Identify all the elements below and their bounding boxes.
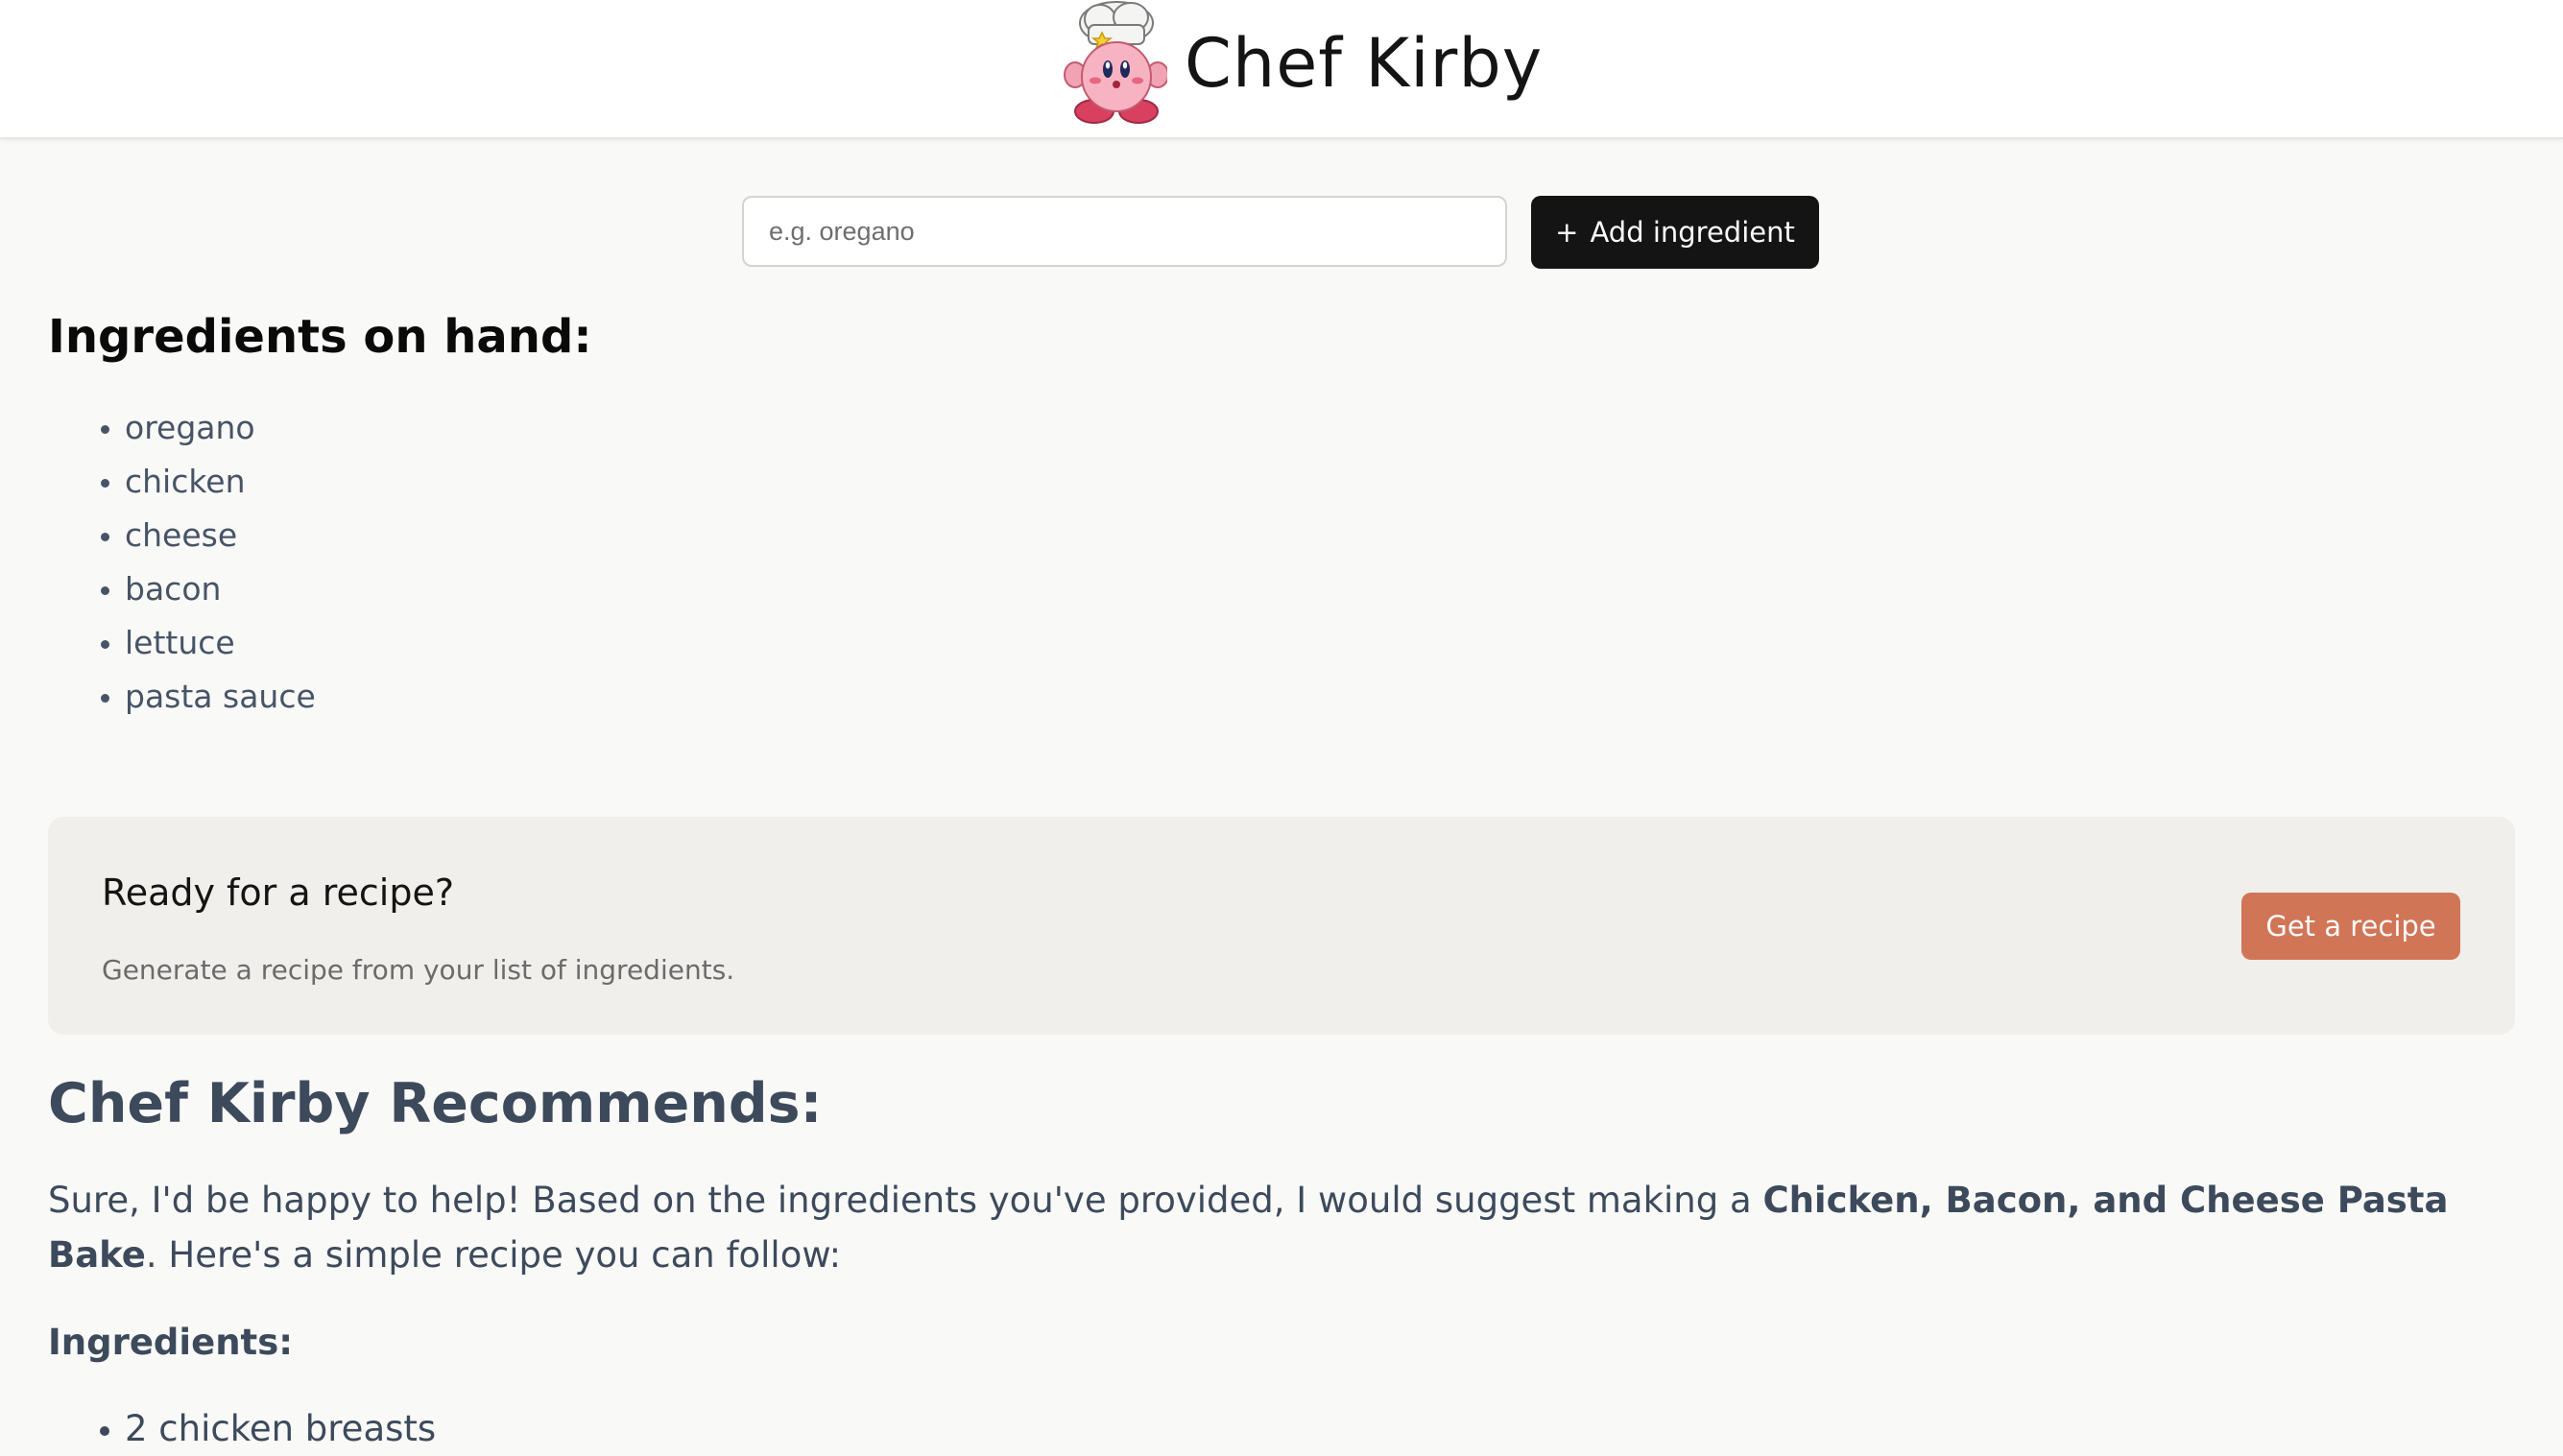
recipe-ingredients-heading: Ingredients: (48, 1322, 294, 1363)
list-item: pasta sauce (101, 670, 316, 724)
ingredients-on-hand-heading: Ingredients on hand: (48, 310, 592, 364)
get-recipe-card-subtitle: Generate a recipe from your list of ingr… (102, 954, 735, 986)
list-item: chicken (101, 455, 316, 509)
get-recipe-button[interactable]: Get a recipe (2241, 893, 2460, 960)
add-ingredient-label: Add ingredient (1590, 216, 1795, 249)
intro-text-after: . Here's a simple recipe you can follow: (145, 1234, 842, 1276)
recipe-ingredients-list: 2 chicken breasts (48, 1401, 436, 1456)
get-recipe-card-title: Ready for a recipe? (102, 871, 455, 914)
get-recipe-card: Ready for a recipe? Generate a recipe fr… (48, 817, 2515, 1035)
list-item: bacon (101, 562, 316, 616)
ingredient-input[interactable] (742, 196, 1507, 267)
app-header: Chef Kirby (0, 0, 2563, 139)
recommendation-intro: Sure, I'd be happy to help! Based on the… (48, 1173, 2505, 1282)
plus-icon: + (1555, 216, 1579, 249)
ingredients-on-hand-list: oregano chicken cheese bacon lettuce pas… (48, 401, 316, 724)
list-item: 2 chicken breasts (99, 1401, 436, 1456)
add-ingredient-form: + Add ingredient (742, 196, 1819, 269)
list-item: cheese (101, 509, 316, 562)
app-title: Chef Kirby (1185, 24, 1544, 103)
add-ingredient-button[interactable]: + Add ingredient (1531, 196, 1819, 269)
chef-kirby-icon (1064, 1, 1167, 124)
list-item: oregano (101, 401, 316, 455)
recommendation-title: Chef Kirby Recommends: (48, 1072, 823, 1135)
intro-text-before: Sure, I'd be happy to help! Based on the… (48, 1180, 1763, 1221)
list-item: lettuce (101, 616, 316, 670)
